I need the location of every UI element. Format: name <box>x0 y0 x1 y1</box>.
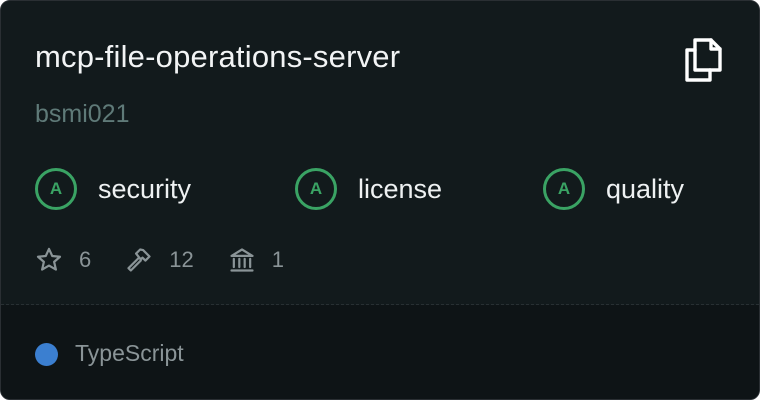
language-name: TypeScript <box>75 340 184 366</box>
grade-security: A security <box>35 165 191 213</box>
bank-icon <box>228 246 256 274</box>
grade-label: quality <box>606 173 685 204</box>
resources-count: 1 <box>271 247 284 272</box>
grade-quality: A quality <box>543 165 684 213</box>
copy-icon <box>685 38 722 82</box>
grade-badge: A <box>295 168 337 210</box>
hammer-icon <box>125 246 153 274</box>
star-icon <box>35 246 63 274</box>
copy-button[interactable] <box>679 35 727 83</box>
grade-badge: A <box>35 168 77 210</box>
language-color-dot <box>35 343 58 366</box>
grade-license: A license <box>295 165 442 213</box>
grade-label: license <box>358 173 443 204</box>
server-card[interactable]: mcp-file-operations-server bsmi021 A sec… <box>0 0 760 400</box>
stat-tools: 12 <box>125 246 194 274</box>
author-name[interactable]: bsmi021 <box>35 100 130 129</box>
stats-row: 6 12 1 <box>35 243 318 277</box>
tools-count: 12 <box>169 247 194 272</box>
grade-label: security <box>98 173 192 204</box>
grade-badge: A <box>543 168 585 210</box>
stars-count: 6 <box>79 247 92 272</box>
server-name[interactable]: mcp-file-operations-server <box>35 39 400 75</box>
card-footer: TypeScript <box>1 305 759 399</box>
stat-stars: 6 <box>35 246 91 274</box>
stat-resources: 1 <box>228 246 284 274</box>
